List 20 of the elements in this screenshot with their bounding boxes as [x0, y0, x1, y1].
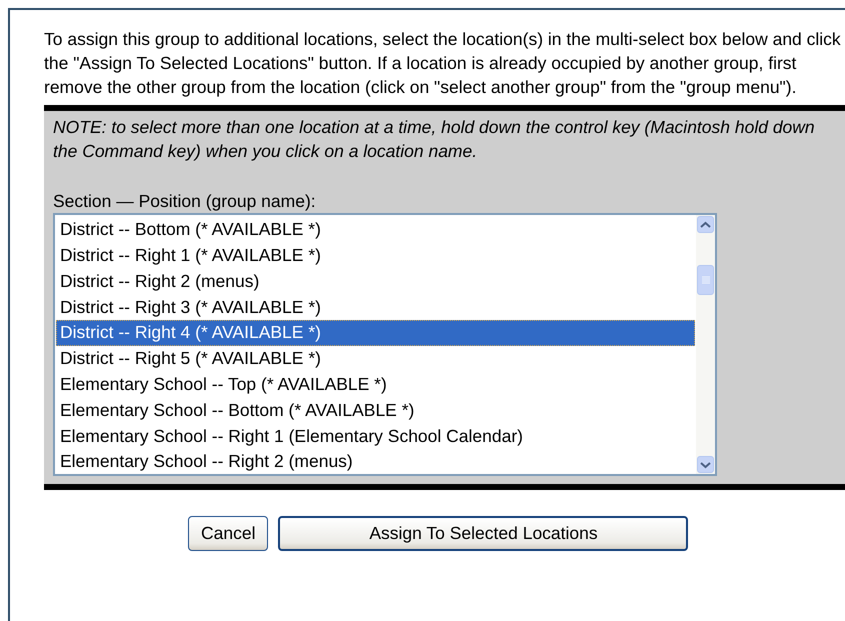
list-option[interactable]: District -- Right 4 (* AVAILABLE *)	[56, 320, 695, 346]
list-option[interactable]: District -- Right 3 (* AVAILABLE *)	[56, 294, 695, 320]
assign-button[interactable]: Assign To Selected Locations	[278, 516, 688, 551]
note-text: NOTE: to select more than one location at a time, hold down the control key (Macintosh hold down the Command key) when you click on a location name.	[53, 116, 816, 164]
list-option[interactable]: Elementary School -- Right 2 (menus)	[56, 449, 695, 474]
list-option[interactable]: Elementary School -- Top (* AVAILABLE *)	[56, 372, 695, 398]
list-option[interactable]: Elementary School -- Right 1 (Elementary School Calendar)	[56, 424, 695, 450]
scroll-up-icon[interactable]	[697, 216, 714, 234]
instructions-text: To assign this group to additional locations, select the location(s) in the multi-select box below and click the "Assign To Selected Locations" button. If a location is already occupied by another group, first remove the other group from the location (click on "select another group" from the "group menu").	[44, 28, 842, 99]
cancel-button[interactable]: Cancel	[188, 516, 268, 551]
list-option[interactable]: Elementary School -- Bottom (* AVAILABLE *)	[56, 398, 695, 424]
list-option[interactable]: District -- Right 1 (* AVAILABLE *)	[56, 243, 695, 269]
list-option[interactable]: District -- Right 2 (menus)	[56, 268, 695, 295]
scrollbar[interactable]	[696, 215, 715, 474]
list-option[interactable]: District -- Right 5 (* AVAILABLE *)	[56, 346, 695, 372]
scroll-down-icon[interactable]	[697, 456, 714, 474]
scroll-thumb[interactable]	[697, 265, 714, 296]
list-label: Section — Position (group name):	[53, 190, 317, 213]
list-option[interactable]: District -- Bottom (* AVAILABLE *)	[56, 217, 695, 244]
location-listbox[interactable]	[53, 213, 717, 476]
